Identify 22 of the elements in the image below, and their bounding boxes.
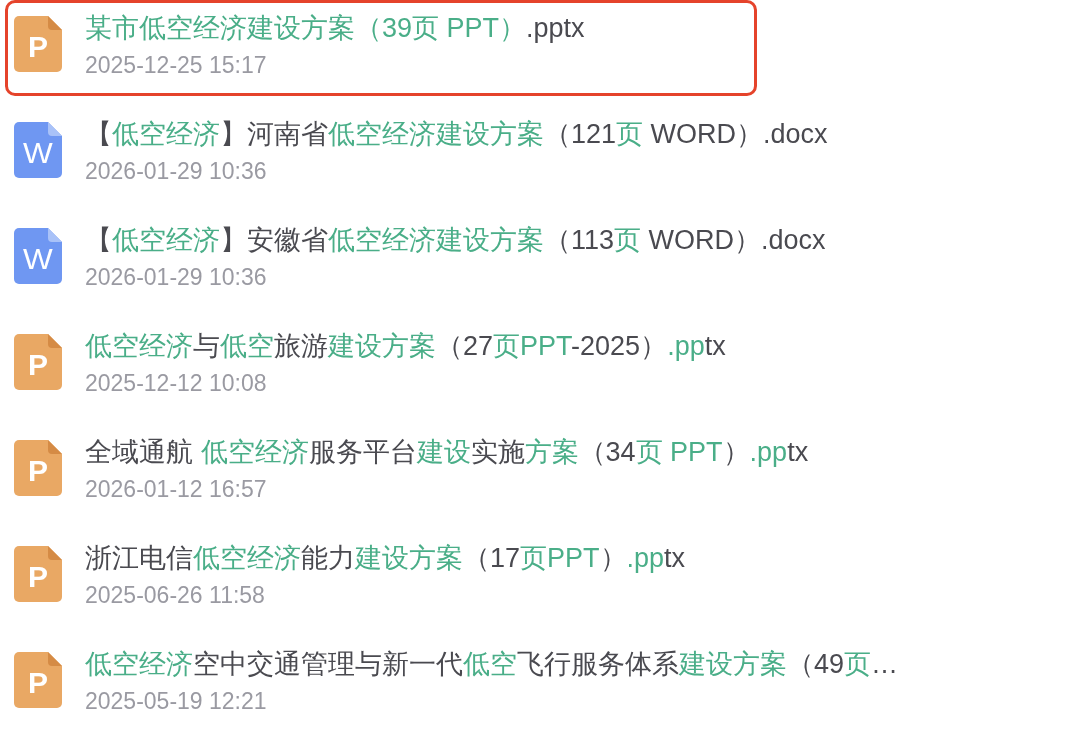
- file-date: 2025-12-12 10:08: [85, 369, 268, 397]
- document-file-icon: W: [14, 228, 62, 284]
- file-name[interactable]: 全域通航 低空经济服务平台建设实施方案（34页 PPT）.pptx: [85, 437, 809, 467]
- file-date: 2026-01-29 10:36: [85, 263, 268, 291]
- presentation-file-icon: P: [14, 440, 62, 496]
- file-name[interactable]: 低空经济与低空旅游建设方案（27页PPT-2025）.pptx: [85, 331, 726, 361]
- file-date: 2026-01-12 16:57: [85, 475, 268, 503]
- file-date: 2026-01-29 10:36: [85, 157, 268, 185]
- file-date: 2025-06-26 11:58: [85, 581, 266, 609]
- presentation-file-icon: P: [14, 546, 62, 602]
- file-date: 2025-12-25 15:17: [85, 51, 268, 79]
- file-name[interactable]: 【低空经济】安徽省低空经济建设方案（113页 WORD）.docx: [85, 225, 826, 255]
- document-file-icon: W: [14, 122, 62, 178]
- presentation-file-icon: P: [14, 334, 62, 390]
- file-name[interactable]: 某市低空经济建设方案（39页 PPT）.pptx: [85, 13, 585, 43]
- file-name[interactable]: 【低空经济】河南省低空经济建设方案（121页 WORD）.docx: [85, 119, 828, 149]
- file-name[interactable]: 浙江电信低空经济能力建设方案（17页PPT）.pptx: [85, 543, 686, 573]
- selected-file-row[interactable]: P 某市低空经济建设方案（39页 PPT）.pptx 2025-12-25 15:17: [5, 0, 757, 96]
- file-name[interactable]: 低空经济空中交通管理与新一代低空飞行服务体系建设方案（49页…: [85, 649, 899, 679]
- presentation-file-icon: P: [14, 16, 62, 72]
- file-date: 2025-05-19 12:21: [85, 687, 268, 715]
- presentation-file-icon: P: [14, 652, 62, 708]
